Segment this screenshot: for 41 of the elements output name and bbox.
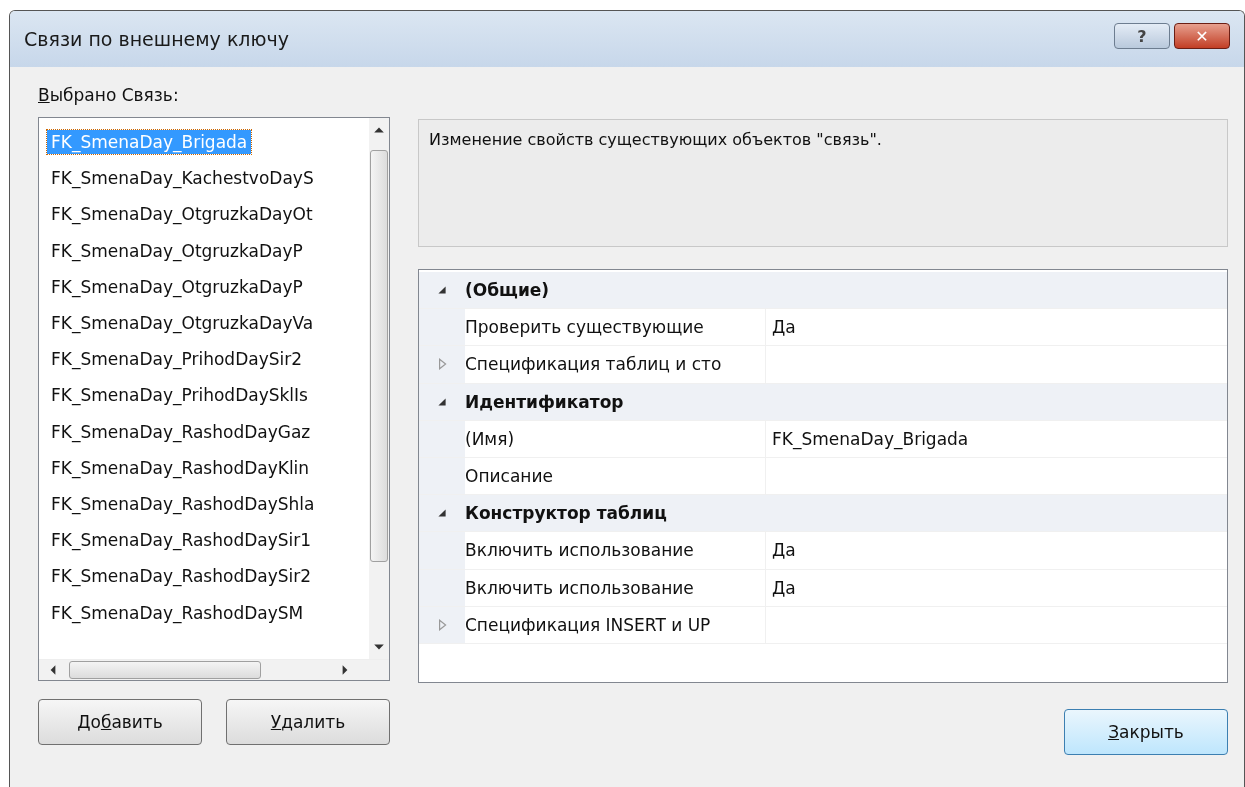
list-item[interactable]: FK_SmenaDay_KachestvoDayS — [47, 166, 318, 191]
horizontal-scrollbar[interactable] — [39, 659, 389, 680]
add-button[interactable]: Добавить — [38, 699, 202, 745]
list-item[interactable]: FK_SmenaDay_OtgruzkaDayP — [47, 274, 307, 299]
list-item[interactable]: FK_SmenaDay_RashodDaySir1 — [47, 528, 316, 553]
property-value[interactable]: FK_SmenaDay_Brigada — [766, 420, 1227, 457]
property-name[interactable]: Спецификация таблиц и сто — [465, 346, 766, 383]
list-item[interactable]: FK_SmenaDay_PrihodDaySir2 — [47, 347, 306, 372]
property-name[interactable]: Описание — [465, 457, 766, 495]
scroll-thumb[interactable] — [370, 150, 388, 562]
list-item[interactable]: FK_SmenaDay_RashodDaySM — [47, 600, 308, 625]
category-label[interactable]: Конструктор таблиц — [465, 503, 667, 524]
list-label: Выбрано Связь: — [38, 85, 179, 105]
list-item[interactable]: FK_SmenaDay_RashodDayKlin — [47, 455, 314, 480]
collapse-icon[interactable] — [436, 284, 448, 297]
property-value[interactable]: Да — [766, 532, 1227, 569]
property-name[interactable]: Проверить существующие — [465, 309, 766, 346]
collapse-icon[interactable] — [436, 507, 448, 520]
vertical-scrollbar[interactable] — [369, 118, 389, 659]
close-dialog-button[interactable]: Закрыть — [1064, 709, 1228, 755]
property-name[interactable]: Спецификация INSERT и UP — [465, 606, 766, 643]
property-value[interactable]: Да — [766, 309, 1227, 346]
description-text: Изменение свойств существующих объектов "связь". — [429, 130, 882, 149]
list-item[interactable]: FK_SmenaDay_OtgruzkaDayVa — [47, 311, 318, 336]
delete-button[interactable]: Удалить — [226, 699, 390, 745]
list-item[interactable]: FK_SmenaDay_RashodDayGaz — [47, 419, 315, 444]
window-title: Связи по внешнему ключу — [24, 28, 289, 50]
help-button[interactable]: ? — [1114, 23, 1170, 49]
list-item[interactable]: FK_SmenaDay_RashodDayShla — [47, 491, 319, 516]
property-value[interactable]: Да — [766, 569, 1227, 606]
list-item[interactable]: FK_SmenaDay_RashodDaySir2 — [47, 564, 316, 589]
property-name[interactable]: (Имя) — [465, 420, 766, 457]
list-item[interactable]: FK_SmenaDay_OtgruzkaDayP — [47, 238, 307, 263]
scroll-thumb[interactable] — [69, 661, 261, 679]
category-label[interactable]: Идентификатор — [465, 391, 624, 412]
list-item[interactable]: FK_SmenaDay_PrihodDaySklIs — [47, 383, 312, 408]
property-name[interactable]: Включить использование — [465, 569, 766, 606]
collapse-icon[interactable] — [436, 395, 448, 408]
category-label[interactable]: (Общие) — [465, 280, 550, 301]
list-item[interactable]: FK_SmenaDay_OtgruzkaDayOt — [47, 202, 317, 227]
property-name[interactable]: Включить использование — [465, 532, 766, 569]
